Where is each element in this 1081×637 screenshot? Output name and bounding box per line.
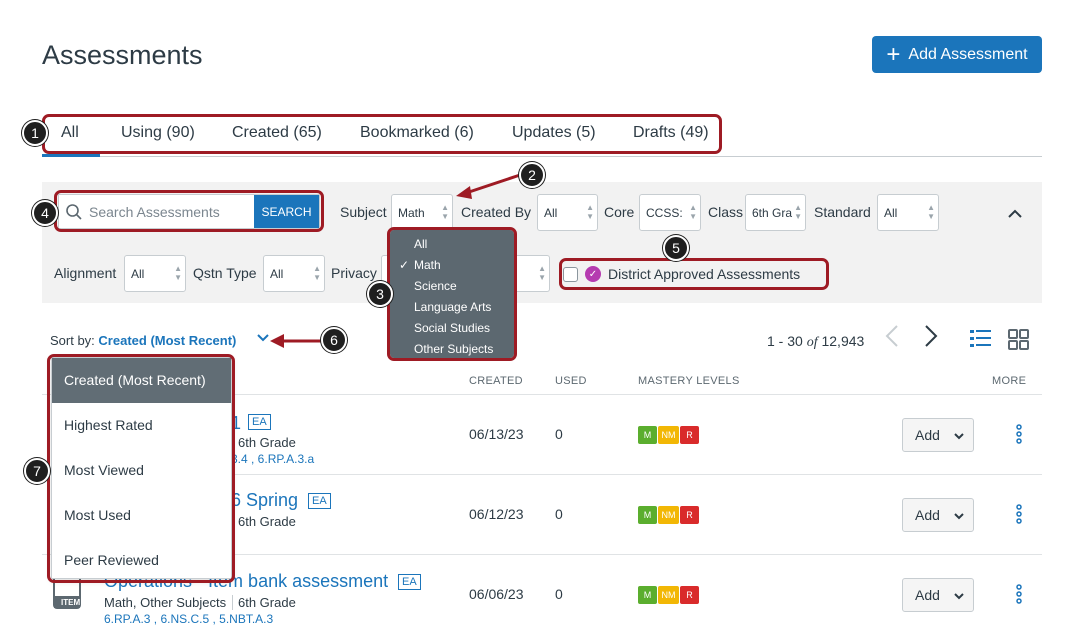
arrow-2-line [465,173,521,195]
callout-6: 6 [321,327,347,353]
callout-1: 1 [22,120,48,146]
arrow-2-head [456,186,472,199]
callout-5: 5 [663,235,689,261]
callout-7: 7 [24,458,50,484]
arrow-6-head [270,334,284,348]
annotation-arrows [270,173,521,348]
callout-4: 4 [32,200,58,226]
callout-3: 3 [367,281,393,307]
callout-2: 2 [519,162,545,188]
